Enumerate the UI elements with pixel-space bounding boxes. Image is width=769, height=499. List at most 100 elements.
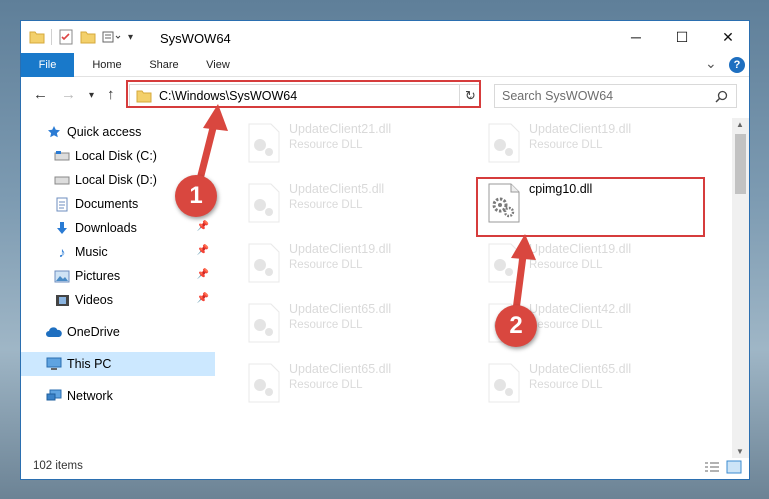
minimize-button[interactable]: ─ bbox=[613, 21, 659, 53]
sidebar-item-label: Local Disk (C:) bbox=[75, 149, 157, 163]
step-2-badge: 2 bbox=[495, 305, 537, 347]
file-type: Resource DLL bbox=[289, 319, 363, 331]
cloud-icon bbox=[45, 324, 63, 340]
scroll-thumb[interactable] bbox=[735, 134, 746, 194]
sidebar-item-onedrive[interactable]: OneDrive bbox=[21, 320, 215, 344]
file-name: UpdateClient19.dll bbox=[529, 122, 632, 136]
close-button[interactable]: ✕ bbox=[705, 21, 751, 53]
sidebar-item-label: Quick access bbox=[67, 125, 142, 139]
file-item[interactable]: UpdateClient19.dll Resource DLL bbox=[475, 118, 705, 168]
sidebar-item-network[interactable]: Network bbox=[21, 384, 215, 408]
dll-file-icon bbox=[248, 183, 280, 223]
item-count: 102 items bbox=[33, 460, 83, 472]
pin-icon[interactable]: 📌 bbox=[197, 245, 209, 256]
file-type: Resource DLL bbox=[289, 199, 363, 211]
search-box[interactable]: Search SysWOW64 bbox=[494, 84, 737, 108]
recent-locations-icon[interactable]: ▾ bbox=[89, 90, 94, 101]
tab-view[interactable]: View bbox=[195, 53, 241, 77]
pin-icon[interactable]: 📌 bbox=[197, 221, 209, 232]
sidebar-item-label: Music bbox=[75, 245, 108, 259]
pin-icon[interactable]: 📌 bbox=[197, 293, 209, 304]
qat-dropdown-icon[interactable]: ▾ bbox=[128, 32, 133, 43]
download-icon bbox=[53, 220, 71, 236]
file-item[interactable]: UpdateClient65.dll Resource DLL bbox=[475, 358, 705, 408]
ribbon-tabs: File Home Share View ⌄ ? bbox=[21, 53, 749, 77]
file-item[interactable]: UpdateClient5.dll Resource DLL bbox=[235, 178, 465, 228]
step-1-badge: 1 bbox=[175, 175, 217, 217]
file-type: Resource DLL bbox=[529, 319, 603, 331]
file-highlight bbox=[476, 177, 705, 237]
file-name: UpdateClient21.dll bbox=[289, 122, 392, 136]
file-item[interactable]: UpdateClient19.dll Resource DLL bbox=[235, 238, 465, 288]
sidebar-item-label: OneDrive bbox=[67, 325, 120, 339]
search-icon[interactable] bbox=[715, 90, 728, 103]
file-list: UpdateClient21.dll Resource DLL UpdateCl… bbox=[235, 118, 730, 458]
file-name: UpdateClient19.dll bbox=[529, 242, 632, 256]
sidebar-item-label: Network bbox=[67, 389, 113, 403]
ribbon-expand-icon[interactable]: ⌄ bbox=[705, 55, 717, 72]
new-folder-icon[interactable] bbox=[80, 30, 96, 44]
search-input[interactable]: Search SysWOW64 bbox=[502, 89, 613, 103]
file-name: UpdateClient65.dll bbox=[289, 362, 392, 376]
file-type: Resource DLL bbox=[529, 379, 603, 391]
back-arrow-icon[interactable]: ← bbox=[33, 86, 48, 103]
pictures-icon bbox=[53, 268, 71, 284]
file-name: UpdateClient19.dll bbox=[289, 242, 392, 256]
network-icon bbox=[45, 388, 63, 404]
sidebar-item-label: Videos bbox=[75, 293, 113, 307]
file-type: Resource DLL bbox=[289, 259, 363, 271]
tab-file[interactable]: File bbox=[21, 53, 74, 77]
forward-arrow-icon[interactable]: → bbox=[61, 86, 76, 103]
documents-icon bbox=[53, 196, 71, 212]
file-type: Resource DLL bbox=[529, 139, 603, 151]
address-bar-highlight bbox=[126, 80, 481, 108]
sidebar-item-label: This PC bbox=[67, 357, 112, 371]
file-type: Resource DLL bbox=[529, 259, 603, 271]
details-view-icon[interactable] bbox=[704, 461, 720, 473]
maximize-button[interactable]: ☐ bbox=[659, 21, 705, 53]
vertical-scrollbar[interactable]: ▲ ▼ bbox=[732, 118, 749, 458]
window-title: SysWOW64 bbox=[160, 31, 231, 46]
dll-file-icon bbox=[248, 303, 280, 343]
sidebar-item-music[interactable]: ♪ Music 📌 bbox=[21, 240, 215, 264]
pc-icon bbox=[45, 356, 63, 372]
sidebar-item-local-disk-c[interactable]: Local Disk (C:) bbox=[21, 144, 215, 168]
sidebar-item-this-pc[interactable]: This PC bbox=[21, 352, 215, 376]
scroll-up-icon[interactable]: ▲ bbox=[736, 120, 744, 129]
quick-access-toolbar: ▾ bbox=[29, 29, 133, 45]
pin-icon[interactable]: 📌 bbox=[197, 269, 209, 280]
file-type: Resource DLL bbox=[289, 139, 363, 151]
help-icon[interactable]: ? bbox=[729, 57, 745, 73]
large-icons-view-icon[interactable] bbox=[726, 460, 742, 474]
sidebar-item-videos[interactable]: Videos 📌 bbox=[21, 288, 215, 312]
status-bar: 102 items bbox=[21, 455, 749, 479]
file-item[interactable]: UpdateClient65.dll Resource DLL bbox=[235, 358, 465, 408]
tab-share[interactable]: Share bbox=[139, 53, 189, 77]
file-name: UpdateClient5.dll bbox=[289, 182, 385, 196]
sidebar-item-pictures[interactable]: Pictures 📌 bbox=[21, 264, 215, 288]
navigation-pane: Quick access Local Disk (C:) Local Disk … bbox=[21, 118, 215, 458]
dll-file-icon bbox=[248, 363, 280, 403]
tab-home[interactable]: Home bbox=[81, 53, 133, 77]
file-item[interactable]: UpdateClient21.dll Resource DLL bbox=[235, 118, 465, 168]
videos-icon bbox=[53, 292, 71, 308]
file-item[interactable]: UpdateClient65.dll Resource DLL bbox=[235, 298, 465, 348]
file-name: UpdateClient42.dll bbox=[529, 302, 632, 316]
file-item[interactable]: UpdateClient19.dll Resource DLL bbox=[475, 238, 705, 288]
star-icon bbox=[45, 124, 63, 140]
customize-icon[interactable] bbox=[102, 30, 122, 44]
sidebar-item-downloads[interactable]: Downloads 📌 bbox=[21, 216, 215, 240]
dll-file-icon bbox=[248, 243, 280, 283]
folder-icon[interactable] bbox=[29, 30, 45, 44]
properties-icon[interactable] bbox=[58, 29, 74, 45]
sidebar-item-label: Pictures bbox=[75, 269, 121, 283]
drive-icon bbox=[53, 148, 71, 164]
title-bar: ▾ SysWOW64 ─ ☐ ✕ bbox=[21, 21, 749, 53]
dll-file-icon bbox=[248, 123, 280, 163]
sidebar-item-quick-access[interactable]: Quick access bbox=[21, 120, 215, 144]
music-icon: ♪ bbox=[58, 244, 66, 260]
file-name: UpdateClient65.dll bbox=[289, 302, 392, 316]
dll-file-icon bbox=[488, 243, 520, 283]
up-arrow-icon[interactable]: ↑ bbox=[107, 86, 115, 103]
sidebar-item-label: Downloads bbox=[75, 221, 137, 235]
